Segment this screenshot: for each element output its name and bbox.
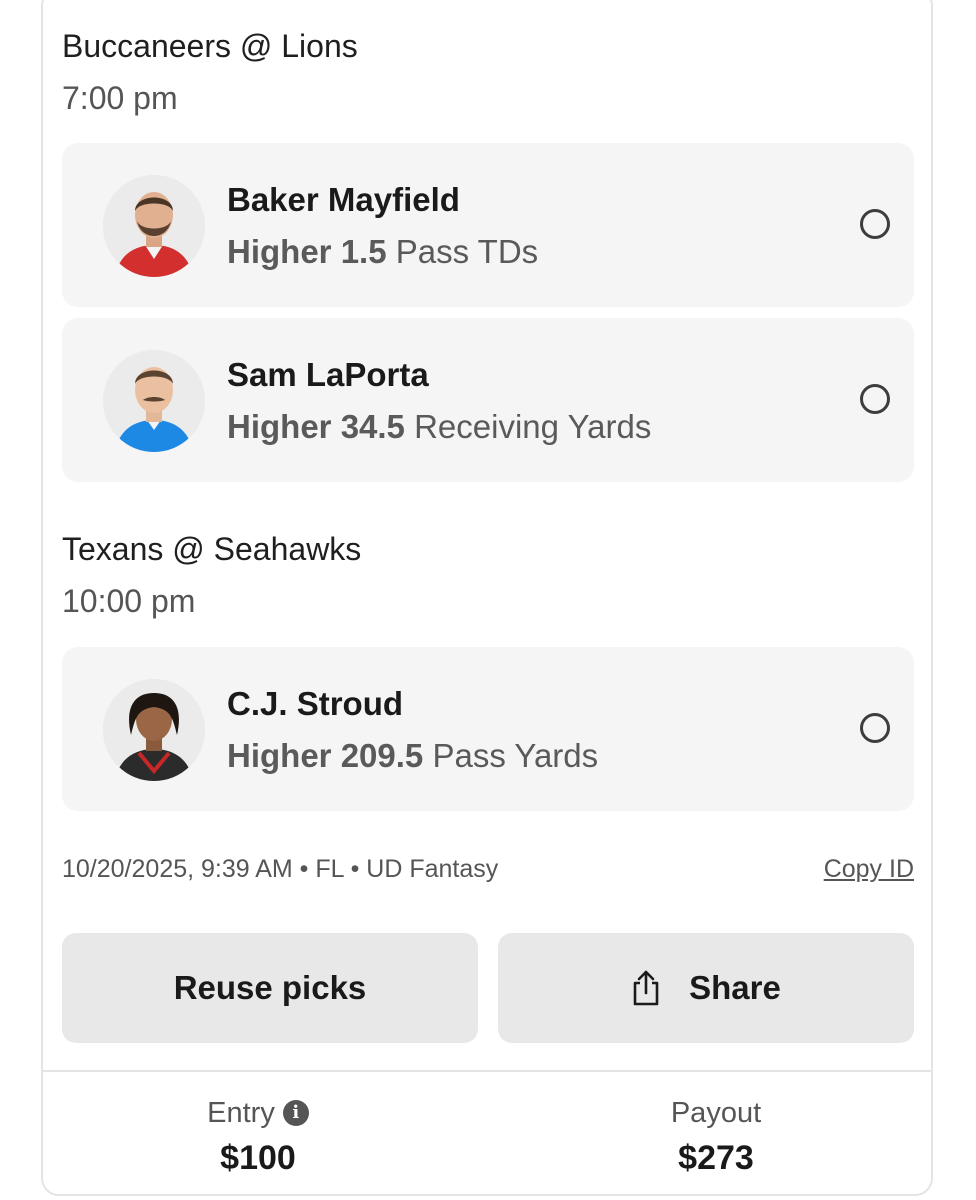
share-label: Share xyxy=(689,969,781,1006)
pick-stat: Pass Yards xyxy=(432,737,599,774)
pick-direction: Higher xyxy=(227,233,332,270)
pick-card[interactable]: C.J. Stroud Higher 209.5 Pass Yards xyxy=(62,647,914,811)
game-time: 10:00 pm xyxy=(62,583,196,619)
player-name: Baker Mayfield xyxy=(227,181,460,218)
pick-radio[interactable] xyxy=(860,384,890,414)
player-headshot-icon xyxy=(103,679,205,781)
player-headshot-icon xyxy=(103,175,205,277)
pick-stat: Receiving Yards xyxy=(414,408,652,445)
pick-radio[interactable] xyxy=(860,209,890,239)
info-icon[interactable]: i xyxy=(282,1100,309,1126)
pick-radio[interactable] xyxy=(860,713,890,743)
pick-line: Higher 209.5 Pass Yards xyxy=(227,736,598,776)
game-title: Buccaneers @ Lions xyxy=(62,28,358,64)
reuse-picks-label: Reuse picks xyxy=(173,969,367,1006)
copy-id-link[interactable]: Copy ID xyxy=(824,853,914,885)
entry-summary: Entry i $100 xyxy=(108,1094,408,1180)
reuse-picks-button[interactable]: Reuse picks xyxy=(62,933,478,1043)
player-headshot-icon xyxy=(103,350,205,452)
entry-value: $100 xyxy=(220,1139,296,1177)
payout-value: $273 xyxy=(678,1139,754,1177)
share-button[interactable]: Share xyxy=(498,933,914,1043)
pick-stat: Pass TDs xyxy=(395,233,539,270)
game-title: Texans @ Seahawks xyxy=(62,531,362,567)
entry-label: Entry xyxy=(207,1097,275,1129)
payout-label: Payout xyxy=(670,1097,762,1129)
pick-card[interactable]: Sam LaPorta Higher 34.5 Receiving Yards xyxy=(62,318,914,482)
pick-value: 209.5 xyxy=(340,737,424,774)
pick-line: Higher 1.5 Pass TDs xyxy=(227,232,538,272)
pick-value: 1.5 xyxy=(340,233,387,270)
entry-label-row: Entry i xyxy=(108,1094,408,1132)
pick-card[interactable]: Baker Mayfield Higher 1.5 Pass TDs xyxy=(62,143,914,307)
entry-meta: 10/20/2025, 9:39 AM • FL • UD Fantasy xyxy=(62,855,499,883)
game-header: Texans @ Seahawks 10:00 pm xyxy=(62,529,361,621)
pick-direction: Higher xyxy=(227,737,332,774)
player-name: Sam LaPorta xyxy=(227,356,429,393)
player-name: C.J. Stroud xyxy=(227,685,404,722)
pick-direction: Higher xyxy=(227,408,332,445)
game-header: Buccaneers @ Lions 7:00 pm xyxy=(62,26,358,118)
share-icon xyxy=(631,969,661,1007)
game-time: 7:00 pm xyxy=(62,80,178,116)
pick-line: Higher 34.5 Receiving Yards xyxy=(227,407,651,447)
footer-divider xyxy=(43,1070,931,1072)
payout-summary: Payout $273 xyxy=(566,1094,866,1180)
pick-value: 34.5 xyxy=(340,408,405,445)
